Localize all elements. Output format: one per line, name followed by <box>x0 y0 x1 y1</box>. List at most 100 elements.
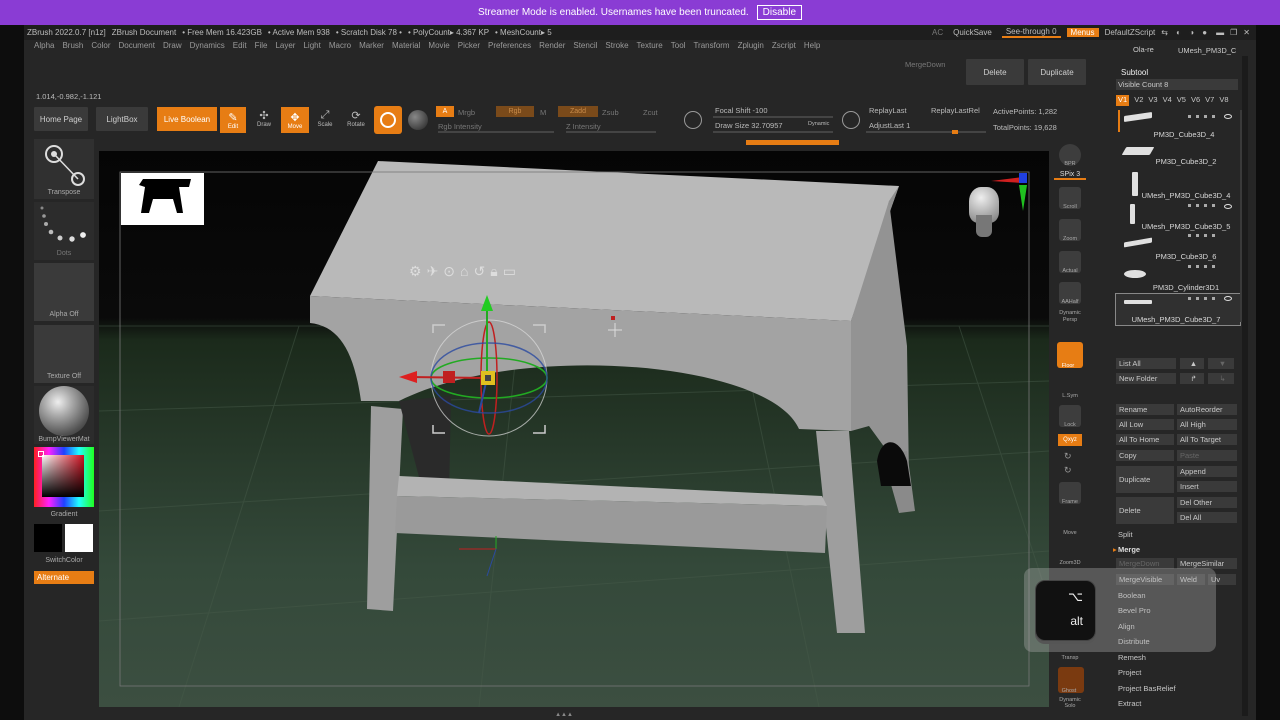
duplicate-top-button[interactable]: Duplicate <box>1028 59 1086 85</box>
project-basrelief-section[interactable]: Project BasRelief <box>1118 684 1176 693</box>
replaylast-button[interactable]: ReplayLast <box>869 106 907 115</box>
gizmo-toggle[interactable] <box>374 106 402 134</box>
m-button[interactable]: M <box>540 108 546 117</box>
extract-section[interactable]: Extract <box>1118 699 1141 708</box>
a-button[interactable]: A <box>436 106 454 117</box>
stroke-dots-tile[interactable]: Dots <box>34 202 94 260</box>
restore-icon[interactable]: ❐ <box>1230 28 1237 37</box>
subtool-item-selected[interactable]: UMesh_PM3D_Cube3D_7 <box>1115 293 1241 326</box>
zoom3d-icon[interactable]: Zoom3D <box>1059 543 1081 566</box>
subtool-item[interactable]: PM3D_Cylinder3D1 <box>1116 266 1240 297</box>
menu-transform[interactable]: Transform <box>693 41 729 54</box>
zcut-button[interactable]: Zcut <box>643 108 658 117</box>
arrow-up-icon[interactable]: ▲ <box>1180 358 1204 369</box>
aahalf-icon[interactable]: AAHalf <box>1059 282 1081 305</box>
close-icon[interactable]: ✕ <box>1243 28 1256 37</box>
scroll-icon[interactable]: Scroll <box>1059 187 1081 210</box>
move-view-icon[interactable]: Move <box>1059 513 1081 536</box>
replaylastrel-button[interactable]: ReplayLastRel <box>931 106 980 115</box>
delete-top-button[interactable]: Delete <box>966 59 1024 85</box>
reset-icon[interactable]: ↺ <box>474 263 486 283</box>
draw-size-slider[interactable]: Draw Size 32.70957 <box>715 121 783 130</box>
lsym-icon[interactable]: L.Sym <box>1059 376 1081 399</box>
project-section[interactable]: Project <box>1118 668 1141 677</box>
folder-arrow-down-icon[interactable]: ↳ <box>1208 373 1234 384</box>
subtool-title[interactable]: Subtool <box>1121 68 1148 77</box>
subtool-controls[interactable] <box>1188 115 1218 118</box>
version-v8[interactable]: V8 <box>1219 95 1228 106</box>
autoreorder-button[interactable]: AutoReorder <box>1177 404 1237 415</box>
menu-layer[interactable]: Layer <box>275 41 295 54</box>
all-to-target-button[interactable]: All To Target <box>1177 434 1237 445</box>
solo-icon[interactable]: Dynamic Solo <box>1059 697 1081 717</box>
persp-icon[interactable]: Dynamic Persp <box>1059 310 1081 332</box>
material-tile[interactable]: BumpViewerMat <box>34 386 94 444</box>
subtool-item[interactable]: PM3D_Cube3D_4 <box>1116 110 1240 141</box>
zsub-button[interactable]: Zsub <box>602 108 619 117</box>
lock-icon[interactable]: 🔒︎ <box>490 263 497 283</box>
navigation-thumbnail[interactable] <box>121 173 204 225</box>
menu-document[interactable]: Document <box>119 41 155 54</box>
switchcolor-button[interactable]: SwitchColor <box>34 557 94 564</box>
lock-view-icon[interactable]: Lock <box>1059 405 1081 428</box>
gear-icon[interactable]: ⚙ <box>409 263 422 283</box>
menu-material[interactable]: Material <box>392 41 420 54</box>
append-button[interactable]: Append <box>1177 466 1237 477</box>
version-v1[interactable]: V1 <box>1116 95 1130 106</box>
menu-zplugin[interactable]: Zplugin <box>738 41 764 54</box>
bpr-icon[interactable]: BPR <box>1059 144 1081 167</box>
gradient-label[interactable]: Gradient <box>34 511 94 518</box>
right-scrollbar[interactable] <box>1242 56 1248 716</box>
edit-button[interactable]: ✎ Edit <box>220 107 246 133</box>
ac-label[interactable]: AC <box>932 28 943 37</box>
adjustlast-slider[interactable]: AdjustLast 1 <box>869 121 910 130</box>
menu-color[interactable]: Color <box>91 41 110 54</box>
mrgb-button[interactable]: Mrgb <box>458 108 475 117</box>
split-section[interactable]: Split <box>1118 530 1133 539</box>
rgb-button[interactable]: Rgb <box>496 106 534 117</box>
menu-brush[interactable]: Brush <box>62 41 83 54</box>
delete-button[interactable]: Delete <box>1116 497 1174 524</box>
focal-shift-icon[interactable] <box>684 111 702 129</box>
move-button[interactable]: ✥ Move <box>281 107 309 133</box>
quicksave-button[interactable]: QuickSave <box>949 28 996 37</box>
rename-button[interactable]: Rename <box>1116 404 1174 415</box>
home-page-button[interactable]: Home Page <box>34 107 88 131</box>
folder-arrow-icon[interactable]: ↱ <box>1180 373 1204 384</box>
zadd-button[interactable]: Zadd <box>558 106 598 117</box>
all-low-button[interactable]: All Low <box>1116 419 1174 430</box>
menu-file[interactable]: File <box>255 41 268 54</box>
subtool-item[interactable]: PM3D_Cube3D_6 <box>1116 236 1240 268</box>
menu-stencil[interactable]: Stencil <box>573 41 597 54</box>
alpha-tile[interactable]: Alpha Off <box>34 263 94 321</box>
scale-button[interactable]: ⤢ Scale <box>313 109 337 133</box>
sphere-icon[interactable] <box>408 110 428 130</box>
menu-marker[interactable]: Marker <box>359 41 384 54</box>
draw-button[interactable]: ✣ Draw <box>252 109 276 133</box>
subtool-item[interactable]: UMesh_PM3D_Cube3D_4 <box>1116 170 1240 209</box>
floor-icon[interactable]: Floor <box>1057 342 1083 369</box>
version-v7[interactable]: V7 <box>1205 95 1214 106</box>
paste-button[interactable]: Paste <box>1177 450 1237 461</box>
menu-draw[interactable]: Draw <box>163 41 182 54</box>
alternate-button[interactable]: Alternate <box>34 571 94 584</box>
axis-compass-icon[interactable] <box>989 171 1029 211</box>
list-all-button[interactable]: List All <box>1116 358 1176 369</box>
mergedown-top[interactable]: MergeDown <box>905 60 945 69</box>
subtool-controls[interactable] <box>1188 297 1218 300</box>
live-boolean-button[interactable]: Live Boolean <box>157 107 217 131</box>
home-icon[interactable]: ⌂ <box>460 263 468 283</box>
menu-alpha[interactable]: Alpha <box>34 41 54 54</box>
visible-count-slider[interactable]: Visible Count 8 <box>1116 79 1238 90</box>
merge-section[interactable]: Merge <box>1118 545 1140 554</box>
focal-shift-slider[interactable]: Focal Shift -100 <box>715 106 768 115</box>
canvas-viewport[interactable]: ⚙ ✈ ⊙ ⌂ ↺ 🔒︎ ▭ <box>99 151 1049 707</box>
table-model[interactable] <box>310 161 915 633</box>
duplicate-button[interactable]: Duplicate <box>1116 466 1174 493</box>
z-intensity-slider[interactable]: Z Intensity <box>566 122 601 131</box>
seethrough-slider[interactable]: See-through 0 <box>1001 27 1061 38</box>
transpose-tile[interactable]: Transpose <box>34 139 94 199</box>
subtool-item[interactable]: UMesh_PM3D_Cube3D_5 <box>1116 204 1240 237</box>
menus-button[interactable]: Menus <box>1066 28 1099 37</box>
menu-render[interactable]: Render <box>539 41 565 54</box>
